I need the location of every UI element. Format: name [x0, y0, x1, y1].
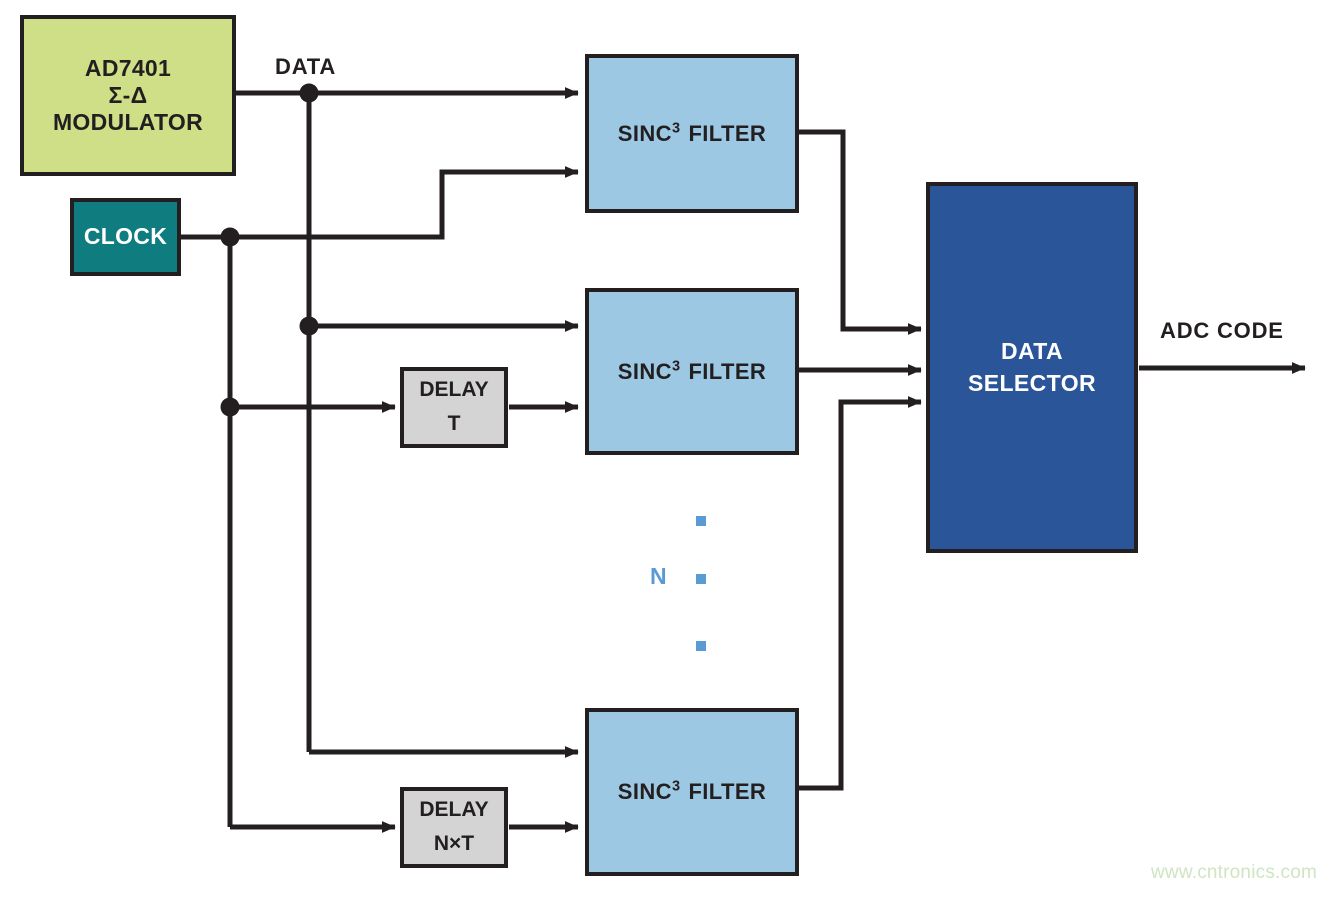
label-adc-code: ADC CODE: [1160, 318, 1284, 343]
ellipsis-dot-icon: [696, 574, 706, 584]
block-sinc3-filter-1[interactable]: SINC3 FILTER: [585, 54, 799, 213]
junction-dot-data-mid: [299, 316, 319, 336]
junction-dot-clock-top: [220, 227, 240, 247]
wire-clock-to-filter1: [181, 166, 579, 240]
delay-1-line-1: DELAY: [419, 378, 489, 402]
wire-filter3-to-selector: [799, 396, 922, 791]
ellipsis-dot-icon: [696, 641, 706, 651]
filter-2-label: SINC3 FILTER: [618, 359, 766, 385]
filter-3-suffix: FILTER: [688, 779, 767, 805]
delay-1-line-2: T: [447, 412, 461, 435]
filter-2-suffix: FILTER: [688, 358, 767, 384]
clock-label: CLOCK: [83, 223, 168, 250]
modulator-line-1: AD7401: [84, 54, 172, 81]
selector-line-1: DATA: [1000, 338, 1064, 365]
ellipsis-dot-icon: [696, 516, 706, 526]
label-data-bus: DATA: [275, 54, 337, 79]
block-delay-nt[interactable]: DELAY N×T: [400, 787, 508, 868]
filter-1-exponent: 3: [671, 120, 681, 137]
block-ad7401-modulator[interactable]: AD7401 Σ-Δ MODULATOR: [20, 15, 236, 176]
block-sinc3-filter-2[interactable]: SINC3 FILTER: [585, 288, 799, 455]
filter-3-name: SINC: [617, 779, 672, 805]
watermark-text: www.cntronics.com: [1151, 862, 1317, 883]
block-data-selector[interactable]: DATA SELECTOR: [926, 182, 1138, 553]
wire-filter1-to-selector: [799, 129, 922, 335]
diagram-canvas: AD7401 Σ-Δ MODULATOR CLOCK SINC3 FILTER S…: [0, 0, 1327, 898]
delay-2-line-1: DELAY: [419, 798, 489, 822]
filter-1-label: SINC3 FILTER: [618, 121, 766, 147]
block-clock[interactable]: CLOCK: [70, 198, 181, 276]
filter-1-name: SINC: [617, 120, 672, 146]
junction-dot-data-top: [299, 83, 319, 103]
selector-line-2: SELECTOR: [967, 369, 1096, 396]
filter-1-suffix: FILTER: [688, 120, 767, 146]
junction-dot-clock-mid: [220, 397, 240, 417]
channel-repeat-indicator: N: [650, 505, 720, 660]
filter-2-name: SINC: [617, 358, 672, 384]
modulator-line-3: MODULATOR: [52, 109, 204, 136]
filter-2-exponent: 3: [671, 358, 681, 375]
block-sinc3-filter-3[interactable]: SINC3 FILTER: [585, 708, 799, 876]
block-delay-t[interactable]: DELAY T: [400, 367, 508, 448]
delay-2-line-2: N×T: [433, 832, 475, 855]
filter-3-exponent: 3: [671, 778, 681, 795]
filter-3-label: SINC3 FILTER: [618, 779, 766, 805]
modulator-line-2: Σ-Δ: [108, 81, 148, 108]
label-channel-count-n: N: [650, 563, 667, 589]
